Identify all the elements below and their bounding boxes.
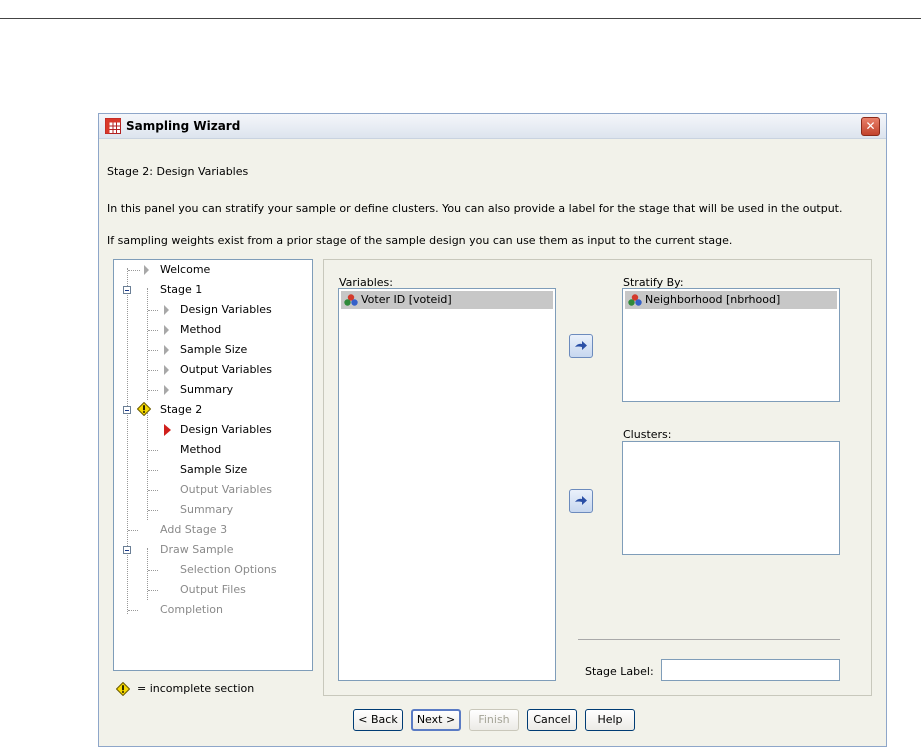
sampling-wizard-dialog: Sampling Wizard ✕ Stage 2: Design Variab… xyxy=(98,113,887,747)
tree-item-stage1-sample-size[interactable]: Sample Size xyxy=(180,341,247,359)
tree-item-stage2-summary: Summary xyxy=(180,503,234,516)
tree-item-stage2-method[interactable]: Method xyxy=(180,441,221,459)
tree-connector xyxy=(147,408,148,520)
warning-icon xyxy=(116,682,130,696)
arrow-right-icon xyxy=(575,496,587,505)
finish-button: Finish xyxy=(469,709,519,731)
tree-connector xyxy=(148,310,158,311)
wizard-steps-tree: Welcome Stage 1 Design Variables Method … xyxy=(113,259,313,671)
warning-icon xyxy=(137,402,151,416)
step-arrow-icon xyxy=(164,365,169,375)
variables-list[interactable]: Voter ID [voteid] xyxy=(338,288,556,681)
legend-text: = incomplete section xyxy=(137,682,255,695)
tree-item-output-files: Output Files xyxy=(180,583,246,596)
tree-item-stage2-sample-size[interactable]: Sample Size xyxy=(180,461,247,479)
variable-name: Voter ID [voteid] xyxy=(361,293,452,306)
tree-connector xyxy=(148,470,158,471)
nominal-variable-icon xyxy=(628,294,642,306)
tree-connector xyxy=(148,590,158,591)
move-to-stratify-button[interactable] xyxy=(569,334,593,358)
collapse-icon[interactable] xyxy=(123,286,131,294)
tree-item-stage-2[interactable]: Stage 2 xyxy=(160,401,202,419)
tree-connector xyxy=(148,570,158,571)
tree-connector xyxy=(148,330,158,331)
tree-connector xyxy=(128,610,138,611)
tree-item-stage1-method[interactable]: Method xyxy=(180,321,221,339)
tree-connector xyxy=(148,510,158,511)
tree-item-draw-sample: Draw Sample xyxy=(160,543,234,556)
variable-name: Neighborhood [nbrhood] xyxy=(645,293,781,306)
collapse-icon[interactable] xyxy=(123,406,131,414)
tree-item-welcome[interactable]: Welcome xyxy=(160,261,210,279)
move-to-clusters-button[interactable] xyxy=(569,489,593,513)
step-arrow-icon xyxy=(164,345,169,355)
current-step-arrow-icon xyxy=(164,424,171,436)
tree-item-stage1-output-variables[interactable]: Output Variables xyxy=(180,361,272,379)
page-top-rule xyxy=(0,18,921,19)
instruction-text-1: In this panel you can stratify your samp… xyxy=(107,202,843,215)
list-item[interactable]: Neighborhood [nbrhood] xyxy=(625,291,837,309)
next-button[interactable]: Next > xyxy=(411,709,461,731)
stratify-by-list[interactable]: Neighborhood [nbrhood] xyxy=(622,288,840,402)
step-arrow-icon xyxy=(164,385,169,395)
tree-connector xyxy=(127,268,128,614)
tree-connector xyxy=(128,270,140,271)
tree-item-stage2-output-variables: Output Variables xyxy=(180,483,272,496)
tree-connector xyxy=(148,350,158,351)
separator xyxy=(578,639,840,640)
help-button[interactable]: Help xyxy=(585,709,635,731)
step-arrow-icon xyxy=(164,305,169,315)
arrow-right-icon xyxy=(575,341,587,350)
nominal-variable-icon xyxy=(344,294,358,306)
step-arrow-icon xyxy=(164,325,169,335)
tree-item-add-stage-3: Add Stage 3 xyxy=(160,523,228,536)
close-button[interactable]: ✕ xyxy=(861,117,880,136)
clusters-list[interactable] xyxy=(622,441,840,555)
tree-item-stage2-design-variables[interactable]: Design Variables xyxy=(180,421,272,439)
tree-connector xyxy=(147,288,148,400)
tree-item-stage-1[interactable]: Stage 1 xyxy=(160,281,202,299)
tree-item-stage1-summary[interactable]: Summary xyxy=(180,381,233,399)
back-button[interactable]: < Back xyxy=(353,709,403,731)
stage-heading: Stage 2: Design Variables xyxy=(107,165,249,178)
tree-connector xyxy=(148,390,158,391)
tree-connector xyxy=(148,450,158,451)
tree-item-completion: Completion xyxy=(160,603,224,616)
tree-connector xyxy=(128,530,138,531)
design-variables-panel: Variables: Voter ID [voteid] Stratify By… xyxy=(323,259,872,696)
step-arrow-icon xyxy=(144,265,149,275)
spreadsheet-icon xyxy=(105,118,121,134)
tree-item-selection-options: Selection Options xyxy=(180,563,277,576)
list-item[interactable]: Voter ID [voteid] xyxy=(341,291,553,309)
tree-connector xyxy=(147,548,148,600)
title-bar: Sampling Wizard ✕ xyxy=(99,114,886,139)
clusters-label: Clusters: xyxy=(623,428,672,441)
tree-connector xyxy=(148,490,158,491)
tree-connector xyxy=(148,370,158,371)
window-title: Sampling Wizard xyxy=(126,119,241,133)
stage-label-input[interactable] xyxy=(661,659,840,681)
cancel-button[interactable]: Cancel xyxy=(527,709,577,731)
stage-label-caption: Stage Label: xyxy=(585,665,654,678)
instruction-text-2: If sampling weights exist from a prior s… xyxy=(107,234,733,247)
collapse-icon[interactable] xyxy=(123,546,131,554)
tree-item-stage1-design-variables[interactable]: Design Variables xyxy=(180,301,272,319)
close-icon: ✕ xyxy=(865,119,876,133)
